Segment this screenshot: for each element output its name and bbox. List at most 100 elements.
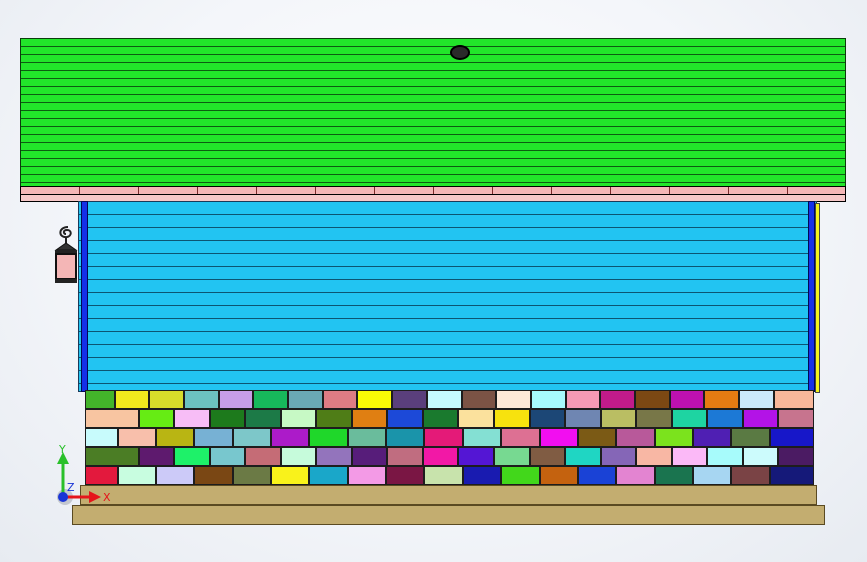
brick[interactable] xyxy=(704,390,740,409)
brick[interactable] xyxy=(501,428,540,447)
brick[interactable] xyxy=(245,409,281,428)
brick[interactable] xyxy=(529,409,566,428)
brick[interactable] xyxy=(636,447,672,466)
brick[interactable] xyxy=(616,428,655,447)
brick[interactable] xyxy=(707,409,743,428)
brick[interactable] xyxy=(693,466,732,485)
brick[interactable] xyxy=(218,390,254,409)
brick[interactable] xyxy=(232,428,272,447)
brick[interactable] xyxy=(245,447,281,466)
brick[interactable] xyxy=(461,390,497,409)
brick[interactable] xyxy=(271,428,310,447)
brick[interactable] xyxy=(654,428,693,447)
brick[interactable] xyxy=(117,466,156,485)
brick[interactable] xyxy=(85,409,139,428)
brick[interactable] xyxy=(565,390,601,409)
roof-vent-icon[interactable] xyxy=(450,45,470,60)
brick[interactable] xyxy=(347,428,387,447)
brick[interactable] xyxy=(386,466,425,485)
siding-wall[interactable] xyxy=(78,201,817,392)
brick[interactable] xyxy=(635,390,670,409)
brick[interactable] xyxy=(424,428,463,447)
brick[interactable] xyxy=(577,466,617,485)
brick[interactable] xyxy=(654,466,693,485)
brick[interactable] xyxy=(769,466,814,485)
brick[interactable] xyxy=(280,409,317,428)
corner-trim-left[interactable] xyxy=(81,201,88,392)
brick[interactable] xyxy=(494,447,530,466)
brick[interactable] xyxy=(387,409,423,428)
brick[interactable] xyxy=(501,466,540,485)
brick[interactable] xyxy=(616,466,655,485)
cad-viewport[interactable]: Y X Z xyxy=(0,0,867,562)
brick[interactable] xyxy=(600,409,637,428)
brick[interactable] xyxy=(426,390,462,409)
brick[interactable] xyxy=(529,447,566,466)
brick[interactable] xyxy=(462,466,502,485)
brick[interactable] xyxy=(693,428,732,447)
brick[interactable] xyxy=(462,428,502,447)
brick[interactable] xyxy=(85,390,115,409)
brick[interactable] xyxy=(392,390,427,409)
brick[interactable] xyxy=(565,447,601,466)
brick[interactable] xyxy=(530,390,566,409)
brick[interactable] xyxy=(386,428,425,447)
brick[interactable] xyxy=(707,447,743,466)
brick[interactable] xyxy=(600,390,636,409)
brick[interactable] xyxy=(357,390,393,409)
brick[interactable] xyxy=(458,447,495,466)
brick[interactable] xyxy=(577,428,617,447)
brick[interactable] xyxy=(174,409,210,428)
brick[interactable] xyxy=(209,447,246,466)
brick[interactable] xyxy=(309,466,348,485)
brick[interactable] xyxy=(316,447,352,466)
brick[interactable] xyxy=(671,409,708,428)
brick[interactable] xyxy=(422,409,459,428)
corner-trim-right[interactable] xyxy=(808,201,815,392)
edge-trim-right[interactable] xyxy=(815,203,820,393)
brick[interactable] xyxy=(117,428,156,447)
brick[interactable] xyxy=(731,428,770,447)
brick[interactable] xyxy=(138,409,175,428)
brick[interactable] xyxy=(496,390,531,409)
brick[interactable] xyxy=(422,447,459,466)
brick[interactable] xyxy=(288,390,323,409)
brick[interactable] xyxy=(742,409,779,428)
brick[interactable] xyxy=(351,447,388,466)
wall-lantern-icon[interactable] xyxy=(50,224,82,286)
brick[interactable] xyxy=(280,447,317,466)
brick[interactable] xyxy=(253,390,289,409)
brick[interactable] xyxy=(424,466,463,485)
brick[interactable] xyxy=(155,428,195,447)
brick[interactable] xyxy=(458,409,495,428)
brick[interactable] xyxy=(739,390,774,409)
brick[interactable] xyxy=(731,466,770,485)
brick[interactable] xyxy=(138,447,175,466)
brick[interactable] xyxy=(347,466,387,485)
brick[interactable] xyxy=(773,390,814,409)
brick[interactable] xyxy=(271,466,310,485)
brick[interactable] xyxy=(155,466,195,485)
brick[interactable] xyxy=(387,447,423,466)
brick[interactable] xyxy=(778,447,814,466)
brick[interactable] xyxy=(174,447,210,466)
roof-panel[interactable] xyxy=(20,38,846,188)
brick[interactable] xyxy=(669,390,705,409)
brick[interactable] xyxy=(309,428,348,447)
brick[interactable] xyxy=(742,447,779,466)
brick[interactable] xyxy=(565,409,601,428)
brick[interactable] xyxy=(539,466,578,485)
brick[interactable] xyxy=(494,409,530,428)
brick[interactable] xyxy=(351,409,388,428)
brick[interactable] xyxy=(114,390,150,409)
brick[interactable] xyxy=(194,466,233,485)
brick[interactable] xyxy=(183,390,219,409)
brick[interactable] xyxy=(600,447,637,466)
brick-wainscot[interactable] xyxy=(85,390,814,486)
foundation-step-upper[interactable] xyxy=(80,485,817,505)
brick[interactable] xyxy=(322,390,358,409)
brick[interactable] xyxy=(316,409,352,428)
brick[interactable] xyxy=(209,409,246,428)
brick[interactable] xyxy=(636,409,672,428)
foundation-step-lower[interactable] xyxy=(72,505,825,525)
